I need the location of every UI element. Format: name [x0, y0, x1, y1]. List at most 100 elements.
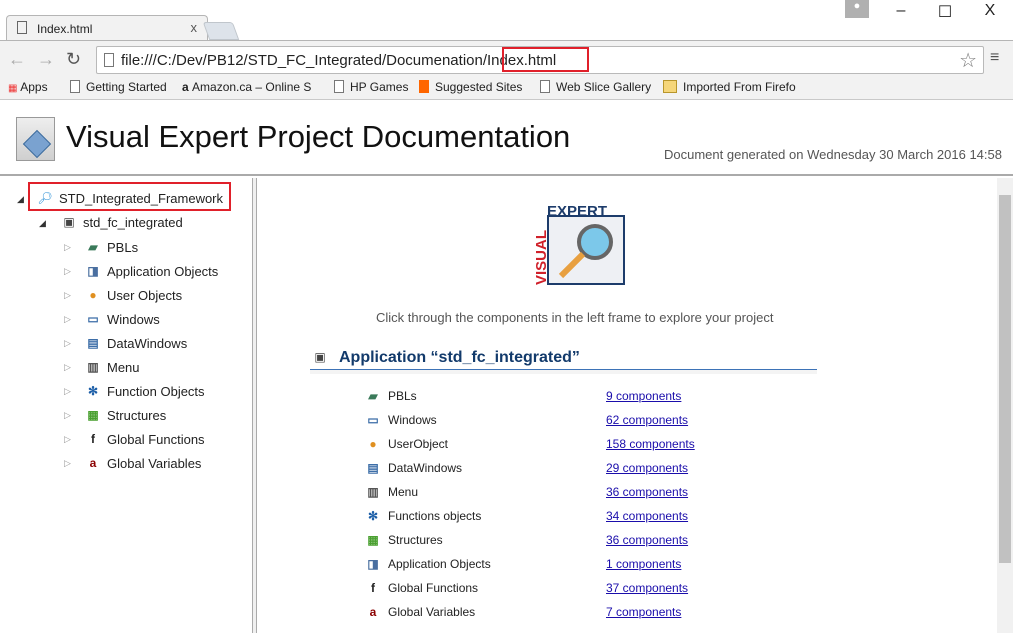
star-icon[interactable]: ☆	[959, 48, 977, 73]
generated-timestamp: Document generated on Wednesday 30 March…	[664, 147, 1002, 162]
expand-arrow-icon[interactable]: ▷	[64, 434, 71, 445]
component-count-link[interactable]: 7 components	[606, 605, 681, 619]
function-object-icon: ✻	[367, 509, 379, 523]
pbl-icon: ▰	[88, 240, 98, 254]
minimize-button[interactable]: –	[886, 2, 916, 20]
bookmarks-bar: ▦ Apps Getting Started a Amazon.ca – Onl…	[0, 76, 1013, 100]
user-profile-icon[interactable]: ●	[845, 0, 869, 18]
tree-item[interactable]: Function Objects	[107, 384, 205, 399]
component-label: PBLs	[388, 389, 417, 403]
global-function-icon: f	[371, 581, 375, 595]
documentation-logo-icon	[16, 117, 55, 161]
menu-icon[interactable]: ≡	[990, 49, 999, 67]
close-window-button[interactable]: X	[975, 2, 1005, 20]
new-tab-button[interactable]	[202, 22, 240, 40]
bookmark-apps[interactable]: ▦ Apps	[8, 80, 48, 94]
svg-text:EXPERT: EXPERT	[547, 203, 607, 220]
doc-header: Visual Expert Project Documentation Docu…	[0, 101, 1013, 176]
component-label: Structures	[388, 533, 443, 547]
page-icon	[540, 80, 550, 93]
structure-icon: ▦	[87, 408, 99, 422]
back-icon[interactable]: ←	[8, 49, 26, 70]
tab-close-button[interactable]: x	[191, 20, 198, 35]
expand-arrow-icon[interactable]: ▷	[64, 386, 71, 397]
expand-arrow-icon[interactable]: ▷	[64, 290, 71, 301]
highlight-box	[502, 47, 589, 72]
component-label: Global Functions	[388, 581, 479, 595]
component-label: UserObject	[388, 437, 449, 451]
component-label: DataWindows	[388, 461, 463, 475]
component-count-link[interactable]: 37 components	[606, 581, 688, 595]
expand-arrow-icon[interactable]: ▷	[64, 266, 71, 277]
scrollbar-thumb[interactable]	[999, 195, 1011, 563]
tree-frame: ◢ 🔎︎ STD_Integrated_Framework ◢ ▣ std_fc…	[0, 178, 252, 633]
bookmark-web-slice-gallery[interactable]: Web Slice Gallery	[540, 80, 651, 94]
amazon-icon: a	[182, 80, 193, 94]
tree-item[interactable]: Application Objects	[107, 264, 218, 279]
frame-splitter[interactable]	[252, 178, 257, 633]
bookmark-suggested-sites[interactable]: Suggested Sites	[419, 80, 522, 94]
component-count-link[interactable]: 9 components	[606, 389, 681, 403]
expand-arrow-icon[interactable]: ▷	[64, 314, 71, 325]
suggested-sites-icon	[419, 80, 429, 93]
component-count-link[interactable]: 34 components	[606, 509, 688, 523]
structure-icon: ▦	[367, 533, 379, 547]
component-label: Windows	[388, 413, 437, 427]
tree-item[interactable]: Structures	[107, 408, 166, 423]
tab-strip: Index.html x ● – ☐ X	[0, 0, 1013, 41]
global-function-icon: f	[91, 432, 95, 446]
component-label: Functions objects	[388, 509, 482, 523]
maximize-button[interactable]: ☐	[930, 2, 960, 22]
bookmark-getting-started[interactable]: Getting Started	[70, 80, 167, 94]
pbl-icon: ▰	[368, 389, 378, 403]
tree-item[interactable]: Menu	[107, 360, 140, 375]
tree-item[interactable]: Windows	[107, 312, 160, 327]
component-count-link[interactable]: 158 components	[606, 437, 695, 451]
page-icon	[17, 21, 27, 34]
user-object-icon: ●	[89, 288, 97, 302]
expand-arrow-icon[interactable]: ▷	[64, 338, 71, 349]
tree-item[interactable]: Global Functions	[107, 432, 205, 447]
collapse-arrow-icon[interactable]: ◢	[17, 194, 24, 205]
function-object-icon: ✻	[87, 384, 99, 398]
component-count-link[interactable]: 29 components	[606, 461, 688, 475]
expand-arrow-icon[interactable]: ▷	[64, 410, 71, 421]
page-icon	[334, 80, 344, 93]
browser-tab[interactable]: Index.html x	[6, 15, 208, 41]
heading-underline	[310, 369, 817, 374]
tree-item[interactable]: PBLs	[107, 240, 138, 255]
application-object-icon: ◨	[87, 264, 99, 278]
bookmark-hp-games[interactable]: HP Games	[334, 80, 408, 94]
reload-icon[interactable]: ↻	[66, 49, 81, 70]
tree-app[interactable]: std_fc_integrated	[83, 215, 183, 230]
application-icon: ▣	[63, 215, 75, 229]
bookmark-imported-from-firefox[interactable]: Imported From Firefo	[663, 80, 801, 94]
bookmark-amazon[interactable]: a Amazon.ca – Online S	[182, 80, 311, 94]
component-label: Global Variables	[388, 605, 476, 619]
svg-text:VISUAL: VISUAL	[533, 230, 550, 285]
apps-grid-icon: ▦	[8, 83, 21, 94]
page-icon	[104, 53, 114, 67]
global-variable-icon: a	[89, 456, 97, 470]
tree-item[interactable]: Global Variables	[107, 456, 201, 471]
tree-item[interactable]: User Objects	[107, 288, 182, 303]
component-count-link[interactable]: 36 components	[606, 485, 688, 499]
forward-icon[interactable]: →	[37, 49, 55, 70]
collapse-arrow-icon[interactable]: ◢	[39, 218, 46, 229]
visual-expert-logo: EXPERT VISUAL	[533, 203, 625, 285]
intro-text: Click through the components in the left…	[376, 310, 774, 325]
component-count-link[interactable]: 1 components	[606, 557, 681, 571]
expand-arrow-icon[interactable]: ▷	[64, 362, 71, 373]
component-label: Menu	[388, 485, 419, 499]
folder-icon	[663, 80, 677, 93]
component-count-link[interactable]: 36 components	[606, 533, 688, 547]
expand-arrow-icon[interactable]: ▷	[64, 458, 71, 469]
tree-item[interactable]: DataWindows	[107, 336, 187, 351]
datawindow-icon: ▤	[87, 336, 99, 350]
highlight-box	[28, 182, 231, 211]
url-text[interactable]: file:///C:/Dev/PB12/STD_FC_Integrated/Do…	[121, 52, 556, 69]
expand-arrow-icon[interactable]: ▷	[64, 242, 71, 253]
component-count-link[interactable]: 62 components	[606, 413, 688, 427]
window-icon: ▭	[367, 413, 379, 427]
page-icon	[70, 80, 80, 93]
